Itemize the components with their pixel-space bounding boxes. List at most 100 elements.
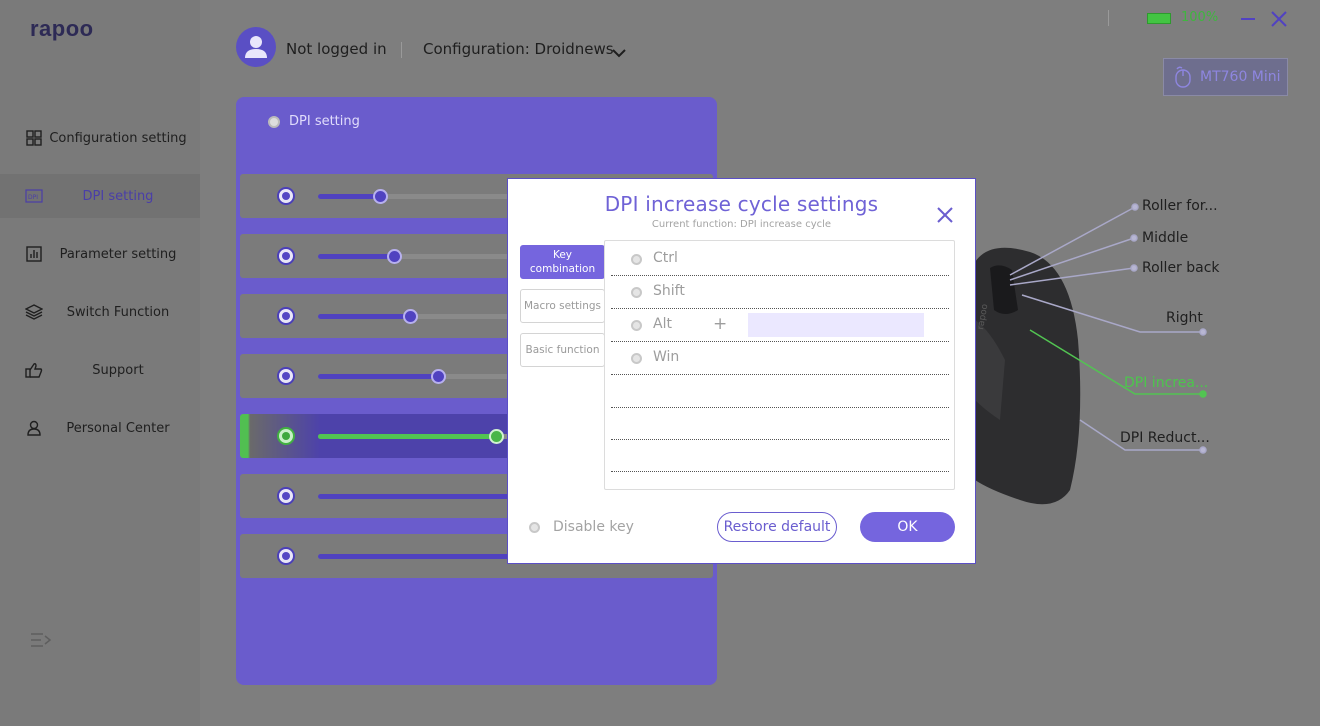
dpi-level-radio[interactable] — [277, 487, 295, 505]
sidebar-item-label: Configuration setting — [49, 130, 187, 146]
dpi-slider-handle[interactable] — [403, 309, 418, 324]
sidebar: rapoo Configuration setting DPI DPI sett… — [0, 0, 200, 726]
app-logo: rapoo — [30, 16, 94, 41]
callout-roller-forward[interactable]: Roller for... — [1142, 198, 1218, 214]
sidebar-item-personal-center[interactable]: Personal Center — [0, 406, 200, 450]
dpi-slider-handle[interactable] — [373, 189, 388, 204]
grid-icon — [25, 129, 43, 147]
menu-collapse-icon[interactable] — [30, 631, 52, 649]
dpi-slider-track[interactable] — [318, 494, 518, 499]
dpi-slider-track[interactable] — [318, 309, 518, 324]
dpi-icon: DPI — [25, 187, 43, 205]
minimize-icon[interactable] — [1240, 10, 1256, 26]
dpi-level-radio[interactable] — [277, 307, 295, 325]
mouse-icon — [1175, 66, 1191, 88]
device-name: MT760 Mini — [1200, 69, 1281, 85]
dpi-slider-handle[interactable] — [431, 369, 446, 384]
avatar[interactable] — [236, 27, 276, 67]
dpi-slider-track[interactable] — [318, 369, 518, 384]
user-avatar-icon — [245, 36, 267, 58]
dpi-slider-track[interactable] — [318, 189, 518, 204]
bar-chart-icon — [25, 245, 43, 263]
key-row-alt[interactable]: Alt + — [611, 309, 949, 342]
dpi-slider-fill — [318, 434, 496, 439]
dialog-subtitle: Current function: DPI increase cycle — [651, 219, 832, 230]
dpi-slider-handle[interactable] — [489, 429, 504, 444]
key-row-win[interactable]: Win — [611, 342, 949, 375]
checkbox-disable-key[interactable] — [529, 521, 540, 533]
restore-default-button[interactable]: Restore default — [717, 512, 837, 542]
dpi-level-radio[interactable] — [277, 427, 295, 445]
key-row-ctrl[interactable]: Ctrl — [611, 243, 949, 276]
dpi-slider-fill — [318, 314, 410, 319]
checkbox-alt[interactable] — [631, 320, 642, 331]
device-selector-button[interactable]: MT760 Mini — [1163, 58, 1288, 96]
sidebar-item-label: Support — [92, 362, 144, 378]
key-label: Alt — [653, 316, 672, 332]
disable-key-label: Disable key — [553, 519, 634, 535]
key-label: Ctrl — [653, 250, 678, 266]
chevron-down-icon[interactable] — [611, 44, 627, 58]
dpi-slider-fill — [318, 194, 380, 199]
disable-key-option[interactable]: Disable key — [529, 519, 634, 535]
key-label: Shift — [653, 283, 685, 299]
callout-dpi-increase[interactable]: DPI increa... — [1124, 375, 1208, 391]
titlebar-divider — [1108, 10, 1109, 26]
key-input-field[interactable] — [748, 313, 924, 337]
sidebar-item-label: Switch Function — [66, 304, 170, 320]
dpi-level-radio[interactable] — [277, 187, 295, 205]
key-label: Win — [653, 349, 680, 365]
dpi-slider-handle[interactable] — [387, 249, 402, 264]
dpi-level-radio[interactable] — [277, 367, 295, 385]
sidebar-item-dpi-setting[interactable]: DPI DPI setting — [0, 174, 200, 218]
sidebar-item-label: Parameter setting — [59, 246, 177, 262]
callout-middle[interactable]: Middle — [1142, 230, 1188, 246]
header-divider — [401, 42, 402, 58]
checkbox-ctrl[interactable] — [631, 254, 642, 265]
thumbs-up-icon — [25, 361, 43, 379]
checkbox-win[interactable] — [631, 353, 642, 364]
dpi-slider-track[interactable] — [318, 554, 518, 559]
battery-icon — [1147, 13, 1171, 24]
key-row-empty — [611, 439, 949, 472]
sidebar-item-configuration-setting[interactable]: Configuration setting — [0, 116, 200, 160]
dpi-panel-header: DPI setting — [268, 114, 360, 129]
dpi-cycle-dialog: DPI increase cycle settings Current func… — [507, 178, 976, 564]
tab-key-combination[interactable]: Key combination — [520, 245, 605, 279]
key-row-empty — [611, 407, 949, 440]
sidebar-item-label: Personal Center — [66, 420, 170, 436]
sidebar-item-switch-function[interactable]: Switch Function — [0, 290, 200, 334]
dpi-level-radio[interactable] — [277, 247, 295, 265]
key-combination-list: Ctrl Shift Alt + Win — [604, 240, 955, 490]
dpi-slider-track[interactable] — [318, 249, 518, 264]
callout-roller-back[interactable]: Roller back — [1142, 260, 1220, 276]
sidebar-item-parameter-setting[interactable]: Parameter setting — [0, 232, 200, 276]
dpi-panel-title: DPI setting — [289, 114, 360, 129]
key-row-empty — [611, 375, 949, 408]
ok-button[interactable]: OK — [860, 512, 955, 542]
svg-text:DPI: DPI — [28, 194, 38, 201]
sidebar-item-label: DPI setting — [82, 188, 154, 204]
tab-macro-settings[interactable]: Macro settings — [520, 289, 605, 323]
plus-icon: + — [713, 314, 728, 334]
callout-dpi-reduction[interactable]: DPI Reduct... — [1120, 430, 1210, 446]
tab-basic-function[interactable]: Basic function — [520, 333, 605, 367]
dpi-slider-fill — [318, 494, 518, 499]
dpi-slider-fill — [318, 374, 438, 379]
dpi-level-radio[interactable] — [277, 547, 295, 565]
configuration-selector[interactable]: Configuration: Droidnews — [423, 40, 614, 58]
header-dot-icon — [268, 115, 280, 128]
dpi-slider-track[interactable] — [318, 429, 518, 444]
checkbox-shift[interactable] — [631, 287, 642, 298]
dialog-title: DPI increase cycle settings — [604, 192, 879, 216]
user-icon — [25, 419, 43, 437]
close-icon[interactable] — [936, 206, 954, 224]
layers-icon — [25, 303, 43, 321]
sidebar-item-support[interactable]: Support — [0, 348, 200, 392]
callout-right[interactable]: Right — [1166, 310, 1203, 326]
close-icon[interactable] — [1270, 10, 1288, 28]
login-status[interactable]: Not logged in — [286, 40, 387, 58]
dpi-slider-fill — [318, 554, 518, 559]
key-row-shift[interactable]: Shift — [611, 276, 949, 309]
battery-level: 100% — [1181, 10, 1219, 25]
